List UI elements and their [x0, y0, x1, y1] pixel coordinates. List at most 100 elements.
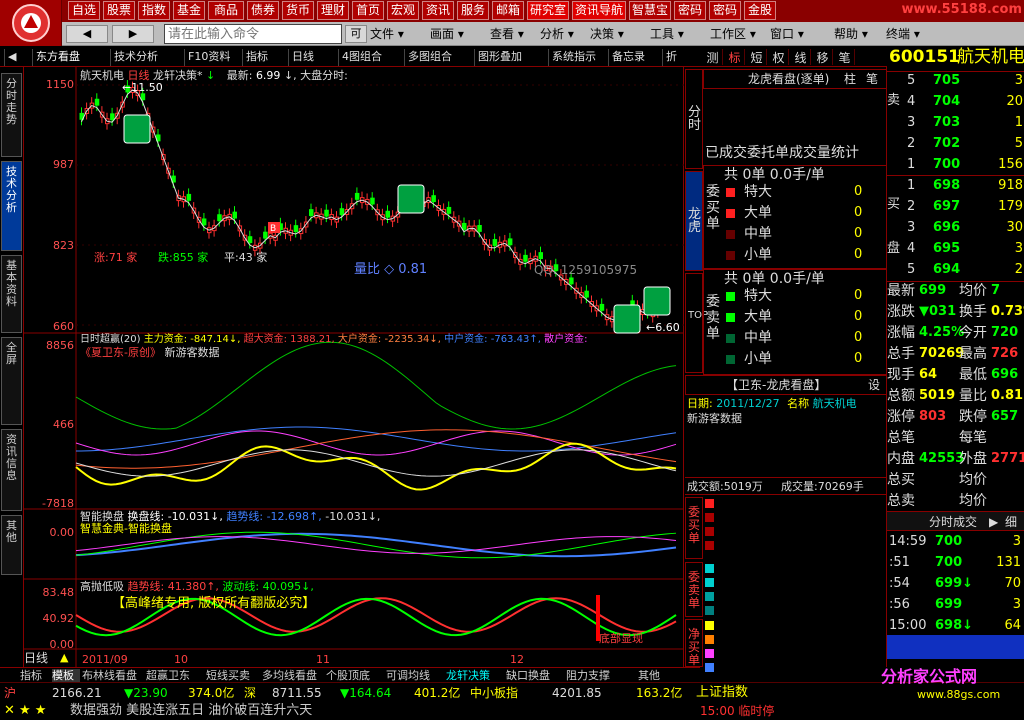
mid-side2-tab-1[interactable]: 委卖单 — [685, 562, 703, 617]
bottom-tab-1[interactable]: 模板 — [52, 669, 80, 683]
name-label: 名称 — [787, 397, 810, 410]
bottom-tab-4[interactable]: 短线买卖 — [206, 669, 260, 683]
mid-title-bar: 龙虎看盘(逐单) 柱 笔 — [703, 69, 887, 89]
detail-button[interactable]: 细 — [1005, 514, 1017, 530]
toolbar-button-1[interactable]: 股票 — [103, 1, 135, 20]
bottom-tab-10[interactable]: 阻力支撑 — [566, 669, 632, 683]
menu-9[interactable]: 终端 ▾ — [886, 26, 920, 42]
side-tab-top[interactable]: TOP — [685, 273, 708, 373]
menu-3[interactable]: 分析 ▾ — [540, 26, 574, 42]
bottom-tab-9[interactable]: 缺口换盘 — [506, 669, 564, 683]
toolbar-button-15[interactable]: 智慧宝 — [629, 1, 671, 20]
mid-tab-6[interactable]: 笔 — [835, 49, 855, 65]
tick-selection — [887, 635, 1024, 659]
menu-2[interactable]: 查看 ▾ — [490, 26, 524, 42]
mid-tab-2[interactable]: 短 — [747, 49, 767, 65]
news-ticker[interactable]: 数据强劲 美股连涨五日 油价破百连升六天 — [70, 703, 312, 719]
candle-body — [462, 222, 467, 230]
chart-tab-3[interactable]: 指标 — [242, 49, 284, 66]
bottom-tab-8[interactable]: 龙轩决策 — [446, 669, 504, 683]
chart-tab-7[interactable]: 图形叠加 — [474, 49, 544, 66]
command-input[interactable] — [164, 24, 342, 44]
chart-tab-5[interactable]: 4图组合 — [338, 49, 400, 66]
date-label: 11 — [316, 653, 330, 666]
level-swatch — [726, 355, 735, 364]
toolbar-button-2[interactable]: 指数 — [138, 1, 170, 20]
side-tab-0[interactable]: 分时走势 — [1, 73, 22, 157]
menu-6[interactable]: 工作区 ▾ — [710, 26, 756, 42]
toolbar-button-7[interactable]: 理财 — [317, 1, 349, 20]
command-key-button[interactable]: 可 — [345, 25, 367, 43]
toolbar-button-17[interactable]: 密码 — [709, 1, 741, 20]
top-toolbar: 自选 股票 指数 基金 商品 债券 货币 理财 首页 宏观 资讯 服务 邮箱 研究室 资讯导航 智慧宝 密码 密码… — [0, 0, 1024, 22]
toolbar-button-3[interactable]: 基金 — [173, 1, 205, 20]
toolbar-button-12[interactable]: 邮箱 — [492, 1, 524, 20]
menu-1[interactable]: 画面 ▾ — [430, 26, 464, 42]
chart-canvas[interactable]: B — [24, 67, 684, 667]
toolbar-button-5[interactable]: 债券 — [247, 1, 279, 20]
side-tab-3[interactable]: 全屏 — [1, 337, 22, 425]
tab-scroll-left-icon[interactable]: ◀ — [4, 49, 28, 66]
mid-tab-3[interactable]: 权 — [769, 49, 789, 65]
forward-button[interactable]: ▶ — [112, 25, 154, 43]
chart-tab-1[interactable]: 技术分析 — [110, 49, 180, 66]
mid-side2-tab-0[interactable]: 委买单 — [685, 497, 703, 559]
stat-value: 64 — [919, 367, 938, 382]
mid-tab-4[interactable]: 线 — [791, 49, 811, 65]
stat-label: 内盘 — [887, 451, 915, 467]
name-value: 航天机电 — [812, 397, 857, 410]
toolbar-button-9[interactable]: 宏观 — [387, 1, 419, 20]
stat-label: 外盘 — [959, 451, 987, 467]
side-tab-fenshi[interactable]: 分时 — [685, 69, 703, 169]
candle-body — [140, 93, 146, 101]
side-longhu-label: 龙虎 — [688, 207, 702, 235]
y-label: 0.00 — [49, 526, 75, 539]
chart-tab-0[interactable]: 东方看盘 — [32, 49, 106, 66]
flow-line-white — [75, 449, 677, 477]
chart-tab-8[interactable]: 系统指示 — [548, 49, 604, 66]
side-tab-longhu[interactable]: 龙虎 — [685, 171, 703, 271]
side-tab-4[interactable]: 资讯信息 — [1, 429, 22, 511]
back-button[interactable]: ◀ — [66, 25, 108, 43]
toolbar-button-13[interactable]: 研究室 — [527, 1, 569, 20]
mid-tab-5[interactable]: 移 — [813, 49, 833, 65]
candle-body — [339, 208, 345, 216]
menu-5[interactable]: 工具 ▾ — [650, 26, 684, 42]
toolbar-button-10[interactable]: 资讯 — [422, 1, 454, 20]
chart-tab-6[interactable]: 多图组合 — [404, 49, 470, 66]
toolbar-button-4[interactable]: 商品 — [208, 1, 244, 20]
menu-7[interactable]: 窗口 ▾ — [770, 26, 804, 42]
bottom-tab-5[interactable]: 多均线看盘 — [262, 669, 324, 683]
toolbar-button-0[interactable]: 自选 — [68, 1, 100, 20]
bottom-tab-7[interactable]: 可调均线 — [386, 669, 444, 683]
bottom-tab-11[interactable]: 其他 — [638, 669, 678, 683]
bar-button[interactable]: 柱 — [844, 71, 856, 87]
toolbar-button-11[interactable]: 服务 — [457, 1, 489, 20]
chart-tab-9[interactable]: 备忘录 — [608, 49, 658, 66]
toolbar-button-6[interactable]: 货币 — [282, 1, 314, 20]
sh-index-label[interactable]: 上证指数 — [696, 685, 748, 701]
toolbar-button-16[interactable]: 密码 — [674, 1, 706, 20]
stroke-button[interactable]: 笔 — [866, 71, 878, 87]
menu-4[interactable]: 决策 ▾ — [590, 26, 624, 42]
chart-tab-2[interactable]: F10资料 — [184, 49, 238, 66]
period-indicator[interactable]: 日线 — [24, 652, 48, 665]
toolbar-button-14[interactable]: 资讯导航 — [572, 1, 626, 20]
bottom-tab-0[interactable]: 指标 — [20, 669, 50, 683]
mid-tab-1[interactable]: 标 — [725, 49, 745, 65]
toolbar-button-8[interactable]: 首页 — [352, 1, 384, 20]
side-tab-2[interactable]: 基本资料 — [1, 255, 22, 333]
ticks-play-icon[interactable]: ▶ — [989, 514, 998, 530]
mid-tab-0[interactable]: 测 — [703, 49, 723, 65]
toolbar-button-18[interactable]: 金股 — [744, 1, 776, 20]
menu-8[interactable]: 帮助 ▾ — [834, 26, 868, 42]
bottom-tab-6[interactable]: 个股顶底 — [326, 669, 384, 683]
bottom-tab-2[interactable]: 布林线看盘 — [82, 669, 144, 683]
menu-0[interactable]: 文件 ▾ — [370, 26, 404, 42]
bottom-tab-3[interactable]: 超赢卫东 — [146, 669, 204, 683]
mid-side2-tab-2[interactable]: 净买单 — [685, 619, 703, 667]
side-tab-1[interactable]: 技术分析 — [1, 161, 22, 251]
side-tab-5[interactable]: 其他 — [1, 515, 22, 575]
settings-button[interactable]: 设 — [868, 377, 880, 393]
chart-tab-4[interactable]: 日线 — [288, 49, 334, 66]
